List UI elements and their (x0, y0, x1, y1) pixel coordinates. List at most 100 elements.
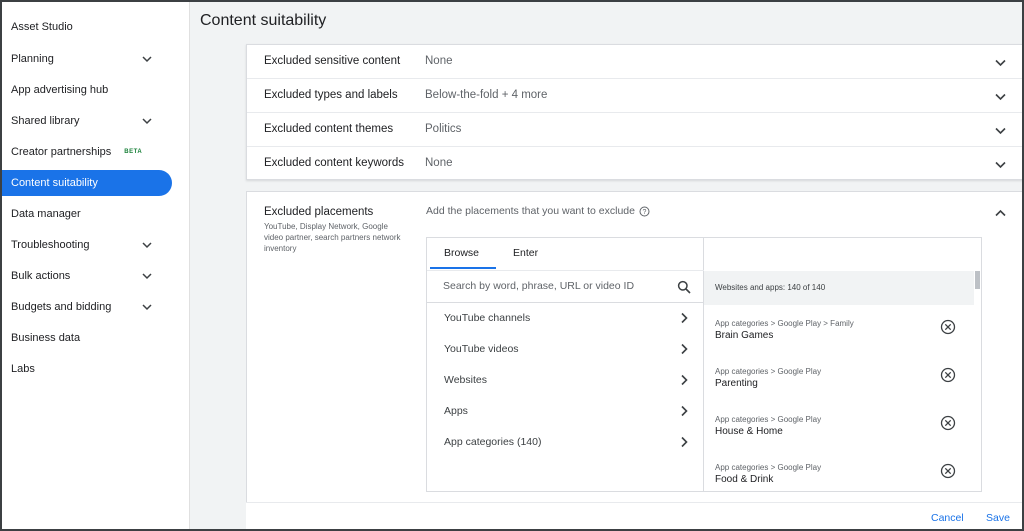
sidebar-item-label: Asset Studio (11, 21, 73, 33)
search-input[interactable] (443, 280, 663, 292)
help-icon[interactable]: ? (639, 206, 650, 217)
setting-row-types-and-labels[interactable]: Excluded types and labels Below-the-fold… (247, 79, 1022, 113)
chevron-right-icon (681, 312, 688, 324)
chevron-down-icon (995, 59, 1006, 67)
save-button[interactable]: Save (986, 512, 1010, 524)
chevron-down-icon (142, 273, 152, 280)
browse-panel: Browse Enter YouTube channels YouTube vi… (426, 237, 705, 492)
setting-label: Excluded content keywords (264, 157, 404, 169)
tab-browse[interactable]: Browse (444, 247, 479, 259)
category-label: App categories (140) (444, 436, 542, 448)
setting-value: None (425, 55, 453, 67)
sidebar-item-asset-studio[interactable]: Asset Studio (2, 14, 172, 40)
chevron-down-icon (142, 242, 152, 249)
selected-item: App categories > Google Play House & Hom… (704, 415, 974, 463)
chevron-right-icon (681, 374, 688, 386)
remove-icon[interactable] (940, 415, 956, 431)
setting-value: Politics (425, 123, 462, 135)
selected-item-path: App categories > Google Play (715, 367, 822, 376)
setting-label: Excluded content themes (264, 123, 394, 135)
selected-item: App categories > Google Play Parenting (704, 367, 974, 415)
cancel-button[interactable]: Cancel (931, 512, 964, 524)
selected-count-header: Websites and apps: 140 of 140 (704, 271, 974, 305)
category-label: YouTube videos (444, 343, 519, 355)
placements-title: Excluded placements (264, 206, 374, 218)
chevron-down-icon (142, 118, 152, 125)
sidebar-item-data-manager[interactable]: Data manager (2, 201, 172, 227)
sidebar-item-creator-partnerships[interactable]: Creator partnerships BETA (2, 139, 172, 165)
selected-item-path: App categories > Google Play > Family (715, 319, 854, 328)
sidebar-item-troubleshooting[interactable]: Troubleshooting (2, 232, 172, 258)
placements-prompt-text: Add the placements that you want to excl… (426, 205, 635, 217)
category-apps[interactable]: Apps (427, 396, 705, 427)
sidebar-item-business-data[interactable]: Business data (2, 325, 172, 351)
sidebar-item-labs[interactable]: Labs (2, 356, 172, 382)
chevron-down-icon (142, 304, 152, 311)
app-window: Asset Studio Planning App advertising hu… (0, 0, 1024, 531)
chevron-down-icon (995, 127, 1006, 135)
scrollbar-thumb[interactable] (975, 271, 980, 289)
remove-icon[interactable] (940, 319, 956, 335)
sidebar-item-bulk-actions[interactable]: Bulk actions (2, 263, 172, 289)
setting-row-content-keywords[interactable]: Excluded content keywords None (247, 147, 1022, 181)
placements-prompt: Add the placements that you want to excl… (426, 205, 650, 217)
sidebar-item-label: Planning (11, 53, 54, 65)
chevron-right-icon (681, 436, 688, 448)
beta-badge: BETA (124, 149, 143, 155)
selected-placements-panel: Websites and apps: 140 of 140 App catego… (704, 237, 982, 492)
settings-card: Excluded sensitive content None Excluded… (246, 44, 1022, 181)
category-app-categories[interactable]: App categories (140) (427, 427, 705, 458)
setting-label: Excluded sensitive content (264, 55, 401, 67)
selected-item-name: Food & Drink (715, 474, 774, 485)
sidebar-item-planning[interactable]: Planning (2, 46, 172, 72)
sidebar-item-app-advertising-hub[interactable]: App advertising hub (2, 77, 172, 103)
sidebar-item-label: Data manager (11, 208, 81, 220)
chevron-right-icon (681, 405, 688, 417)
selected-item-name: Brain Games (715, 330, 774, 341)
main-content: Content suitability Excluded sensitive c… (190, 2, 1022, 529)
chevron-down-icon (142, 56, 152, 63)
setting-value: Below-the-fold + 4 more (425, 89, 548, 101)
remove-icon[interactable] (940, 463, 956, 479)
sidebar: Asset Studio Planning App advertising hu… (2, 2, 190, 529)
browse-tabs: Browse Enter (427, 238, 705, 269)
sidebar-item-budgets-and-bidding[interactable]: Budgets and bidding (2, 294, 172, 320)
tab-enter[interactable]: Enter (513, 247, 538, 259)
sidebar-item-label: Bulk actions (11, 270, 71, 282)
sidebar-item-label: Budgets and bidding (11, 301, 112, 313)
setting-label: Excluded types and labels (264, 89, 398, 101)
setting-row-sensitive-content[interactable]: Excluded sensitive content None (247, 45, 1022, 79)
active-tab-indicator (430, 267, 496, 269)
search-icon[interactable] (677, 280, 691, 294)
chevron-up-icon[interactable] (994, 207, 1007, 220)
action-footer: Cancel Save (246, 502, 1022, 529)
svg-text:?: ? (643, 209, 647, 216)
sidebar-item-shared-library[interactable]: Shared library (2, 108, 172, 134)
search-bar (427, 270, 705, 303)
selected-count: Websites and apps: 140 of 140 (715, 283, 826, 292)
selected-item-name: Parenting (715, 378, 758, 389)
category-label: YouTube channels (444, 312, 531, 324)
chevron-right-icon (681, 343, 688, 355)
sidebar-item-label: Labs (11, 363, 35, 375)
sidebar-item-label: Business data (11, 332, 81, 344)
remove-icon[interactable] (940, 367, 956, 383)
setting-row-content-themes[interactable]: Excluded content themes Politics (247, 113, 1022, 147)
placements-description: YouTube, Display Network, Google video p… (264, 222, 401, 253)
sidebar-item-label: App advertising hub (11, 84, 109, 96)
category-label: Websites (444, 374, 487, 386)
page-title: Content suitability (200, 12, 327, 29)
selected-item-name: House & Home (715, 426, 783, 437)
sidebar-item-label: Creator partnerships (11, 146, 112, 158)
setting-value: None (425, 157, 453, 169)
sidebar-item-content-suitability[interactable]: Content suitability (2, 170, 172, 196)
selected-item-path: App categories > Google Play (715, 415, 822, 424)
selected-item-path: App categories > Google Play (715, 463, 822, 472)
sidebar-item-label: Troubleshooting (11, 239, 90, 251)
category-youtube-channels[interactable]: YouTube channels (427, 303, 705, 334)
sidebar-item-label: Content suitability (11, 177, 98, 189)
chevron-down-icon (995, 93, 1006, 101)
category-youtube-videos[interactable]: YouTube videos (427, 334, 705, 365)
category-websites[interactable]: Websites (427, 365, 705, 396)
sidebar-item-label: Shared library (11, 115, 80, 127)
